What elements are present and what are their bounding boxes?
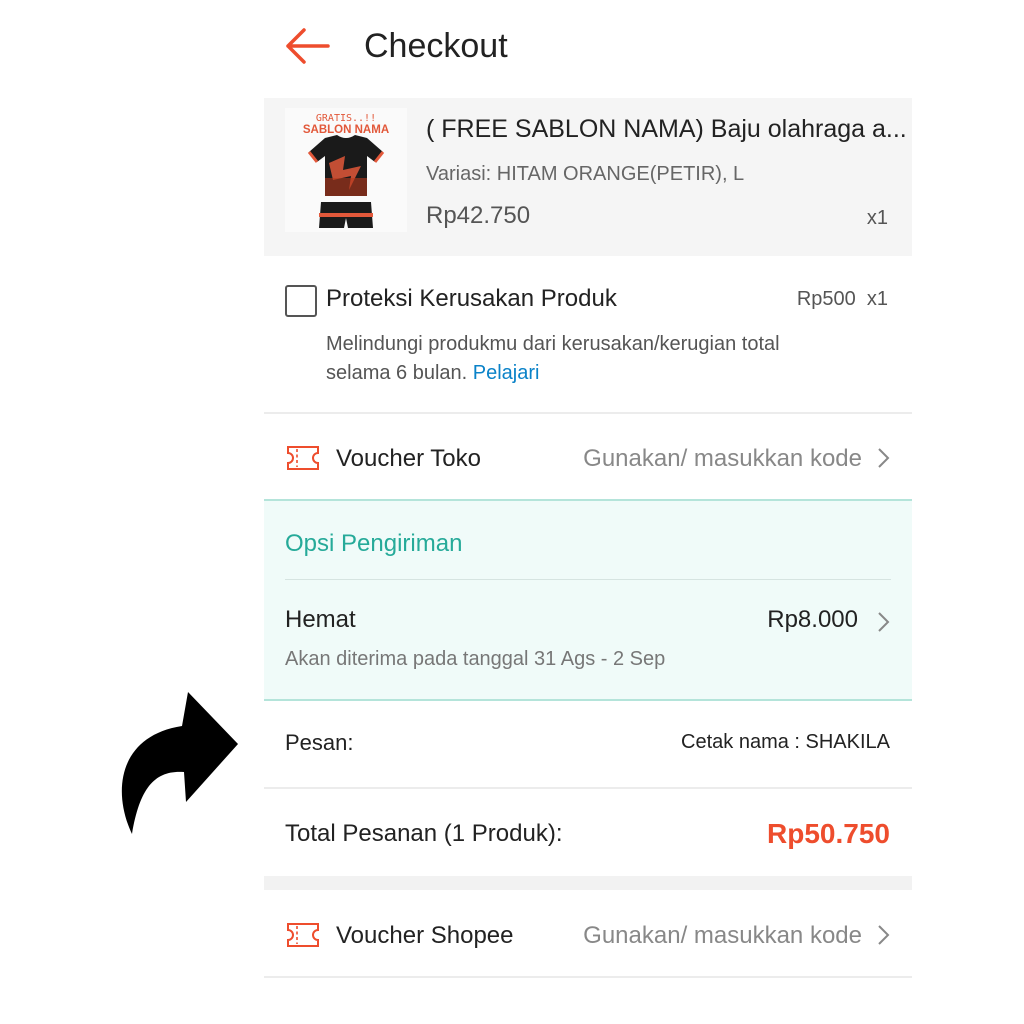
product-variant: Variasi: HITAM ORANGE(PETIR), L — [426, 163, 745, 185]
divider — [264, 412, 912, 414]
voucher-ticket-icon — [287, 446, 319, 470]
product-name[interactable]: ( FREE SABLON NAMA) Baju olahraga a... — [426, 115, 907, 144]
chevron-right-icon — [878, 448, 890, 468]
chevron-right-icon — [878, 925, 890, 945]
shipping-section-title: Opsi Pengiriman — [285, 530, 463, 557]
chevron-right-icon[interactable] — [876, 611, 890, 633]
divider — [264, 787, 912, 789]
product-quantity: x1 — [866, 207, 888, 229]
protection-desc-text: Melindungi produkmu dari kerusakan/kerug… — [326, 333, 780, 384]
voucher-shopee-label: Voucher Shopee — [336, 922, 514, 949]
message-input[interactable]: Cetak nama : SHAKILA — [681, 731, 890, 754]
product-price: Rp42.750 — [426, 202, 531, 229]
shipping-divider — [285, 579, 891, 580]
voucher-shopee-hint[interactable]: Gunakan/ masukkan kode — [583, 922, 862, 950]
divider — [264, 976, 912, 978]
curved-arrow-icon — [121, 692, 238, 834]
protection-price: Rp500 x1 — [796, 288, 888, 310]
product-image-caption: SABLON NAMA — [303, 124, 389, 136]
protection-title: Proteksi Kerusakan Produk — [326, 285, 617, 312]
voucher-ticket-icon — [287, 923, 319, 947]
section-gap — [264, 876, 912, 890]
order-total-value: Rp50.750 — [767, 818, 890, 849]
voucher-toko-hint[interactable]: Gunakan/ masukkan kode — [583, 445, 862, 473]
message-label: Pesan: — [285, 730, 354, 755]
product-image-caption-top: GRATIS..!! — [316, 113, 376, 124]
order-total-label: Total Pesanan (1 Produk): — [285, 820, 563, 847]
shipping-option-name[interactable]: Hemat — [285, 606, 356, 634]
shipping-eta: Akan diterima pada tanggal 31 Ags - 2 Se… — [285, 648, 666, 670]
back-arrow-icon[interactable] — [284, 26, 330, 66]
page-title: Checkout — [364, 27, 508, 65]
protection-description: Melindungi produkmu dari kerusakan/kerug… — [326, 330, 846, 388]
product-image: GRATIS..!! SABLON NAMA — [285, 108, 407, 232]
protection-checkbox[interactable] — [285, 285, 317, 317]
shipping-option-price[interactable]: Rp8.000 — [767, 606, 858, 634]
voucher-toko-label: Voucher Toko — [336, 445, 481, 472]
learn-more-link[interactable]: Pelajari — [473, 362, 540, 384]
